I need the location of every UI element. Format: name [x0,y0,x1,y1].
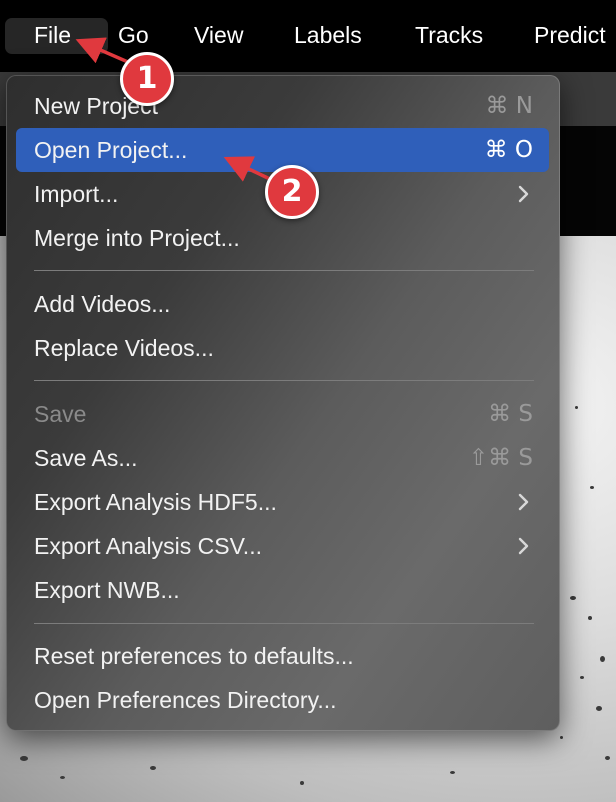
arrow-step-2 [223,156,273,182]
step-1-badge: 1 [120,52,174,106]
annotation-arrows [75,37,273,182]
arrow-step-1 [75,37,129,64]
step-2-badge: 2 [265,165,319,219]
